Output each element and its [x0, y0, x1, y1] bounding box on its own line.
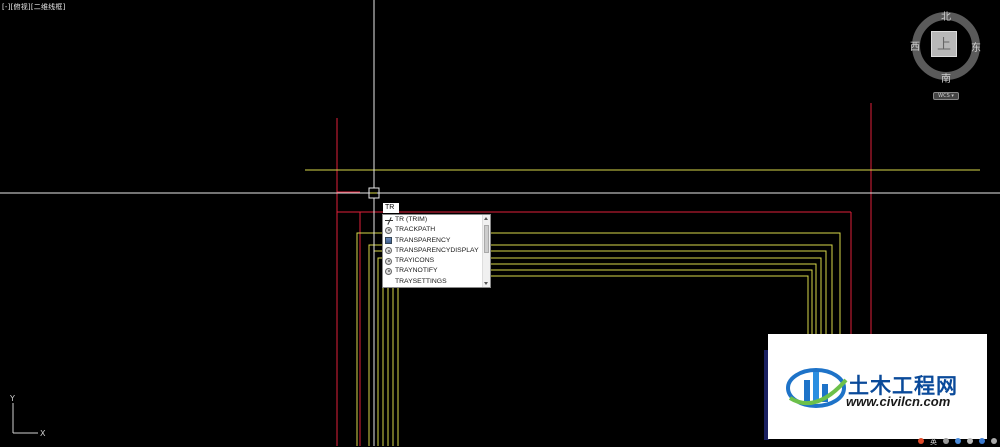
emoji-icon[interactable] [955, 438, 961, 444]
wcs-menu[interactable]: WCS ▾ [933, 92, 959, 100]
gear-icon [385, 226, 392, 234]
settings-icon[interactable] [991, 438, 997, 444]
gear-icon [385, 267, 392, 275]
compass-north[interactable]: 北 [941, 8, 951, 23]
suggestion-transparencydisplay[interactable]: TRANSPARENCYDISPLAY [383, 246, 490, 256]
viewport-controls-label[interactable]: [-][俯视][二维线框] [2, 2, 66, 12]
compass-east[interactable]: 东 [971, 39, 981, 54]
suggestion-label: TRANSPARENCYDISPLAY [395, 246, 479, 254]
gear-icon [385, 257, 392, 265]
compass-south[interactable]: 南 [941, 70, 951, 85]
trim-icon [385, 217, 393, 224]
gear-icon [385, 247, 392, 255]
command-input[interactable]: TR [383, 203, 399, 213]
watermark: 土木工程网 www.civilcn.com [768, 334, 987, 439]
suggestion-traysettings[interactable]: TRAYSETTINGS [383, 277, 490, 287]
suggestion-traynotify[interactable]: TRAYNOTIFY [383, 266, 490, 276]
moon-icon[interactable] [943, 438, 949, 444]
watermark-url: www.civilcn.com [846, 394, 951, 409]
suggestion-trim[interactable]: TR (TRIM) [383, 215, 490, 225]
scroll-thumb[interactable] [484, 225, 489, 253]
viewcube[interactable]: 北 西 东 南 上 WCS ▾ [908, 8, 988, 100]
scroll-down-icon[interactable] [484, 282, 488, 285]
autocomplete-list[interactable]: TR (TRIM) TRACKPATH TRANSPARENCY TRANSPA… [382, 214, 491, 288]
ucs-x-label: X [40, 429, 46, 438]
scroll-up-icon[interactable] [484, 217, 488, 220]
suggestion-trayicons[interactable]: TRAYICONS [383, 256, 490, 266]
suggestion-trackpath[interactable]: TRACKPATH [383, 225, 490, 235]
ime-logo-icon[interactable] [918, 438, 924, 444]
suggestion-label: TRAYSETTINGS [395, 277, 447, 285]
suggestion-label: TRAYICONS [395, 257, 435, 265]
viewcube-face-top[interactable]: 上 [931, 31, 957, 57]
suggestion-transparency[interactable]: TRANSPARENCY [383, 236, 490, 246]
system-tray: 英 [916, 437, 1000, 446]
suggestion-label: TR (TRIM) [395, 216, 428, 223]
suggestion-label: TRACKPATH [395, 226, 436, 234]
image-icon [385, 237, 392, 245]
keyboard-icon[interactable] [967, 438, 973, 444]
suggestion-label: TRAYNOTIFY [395, 267, 438, 275]
watermark-logo-icon [786, 368, 848, 408]
autocomplete-scrollbar[interactable] [482, 215, 490, 287]
suggestion-label: TRANSPARENCY [395, 236, 451, 244]
user-icon[interactable] [979, 438, 985, 444]
compass-west[interactable]: 西 [910, 38, 920, 53]
ucs-icon [12, 403, 38, 434]
ucs-y-label: Y [9, 394, 15, 403]
